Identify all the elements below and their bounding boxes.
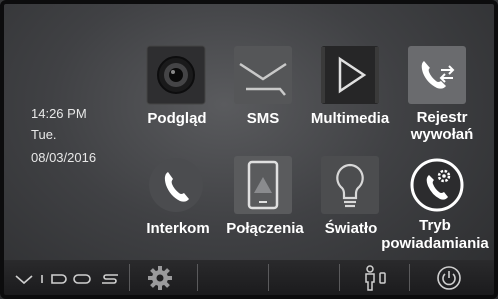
app-podglad-label: Podgląd — [147, 110, 207, 127]
app-tryb-button[interactable] — [407, 155, 467, 215]
app-interkom-label: Interkom — [146, 220, 210, 237]
door-access-button[interactable] — [360, 264, 390, 292]
lightbulb-icon — [321, 156, 379, 214]
gear-icon — [148, 266, 172, 290]
vidos-logo-mark — [15, 274, 118, 285]
app-sms-label: SMS — [246, 110, 280, 127]
vidos-logo — [14, 268, 124, 288]
app-polaczenia-button[interactable] — [233, 155, 293, 215]
app-tryb-label-line1: Tryb — [419, 217, 451, 234]
camera-icon — [146, 45, 206, 105]
envelope-icon — [234, 46, 292, 104]
bar-divider — [129, 264, 130, 291]
bar-divider — [197, 264, 198, 291]
app-tryb-label: Tryb powiadamiania — [376, 217, 494, 253]
app-multimedia-button[interactable] — [320, 45, 380, 105]
call-settings-icon — [410, 158, 464, 212]
bar-divider — [409, 264, 410, 291]
call-log-icon — [408, 46, 466, 104]
clock-date: 08/03/2016 — [31, 150, 97, 165]
tablet-icon — [234, 156, 292, 214]
app-tryb-label-line2: powiadamiania — [381, 235, 489, 252]
clock-time: 14:26 PM — [31, 106, 87, 121]
person-door-icon — [365, 265, 386, 291]
app-podglad-button[interactable] — [146, 45, 206, 105]
app-multimedia-label: Multimedia — [310, 110, 390, 127]
app-sms-button[interactable] — [233, 45, 293, 105]
app-rejestr-label: Rejestr wywołań — [402, 109, 482, 143]
power-button[interactable] — [436, 265, 462, 291]
settings-button[interactable] — [147, 265, 173, 291]
phone-handset-icon — [149, 158, 203, 212]
clock-day: Tue. — [31, 127, 57, 142]
app-rejestr-button[interactable] — [407, 45, 467, 105]
app-rejestr-label-line2: wywołań — [410, 126, 474, 143]
home-screen: 14:26 PM Tue. 08/03/2016 Podgląd SMS Mul… — [0, 0, 498, 299]
app-swiatlo-button[interactable] — [320, 155, 380, 215]
power-icon — [437, 266, 461, 290]
bar-divider — [339, 264, 340, 291]
play-icon — [321, 46, 379, 104]
app-polaczenia-label: Połączenia — [226, 220, 304, 237]
app-interkom-button[interactable] — [146, 155, 206, 215]
app-rejestr-label-line1: Rejestr — [416, 109, 468, 126]
bar-divider — [268, 264, 269, 291]
